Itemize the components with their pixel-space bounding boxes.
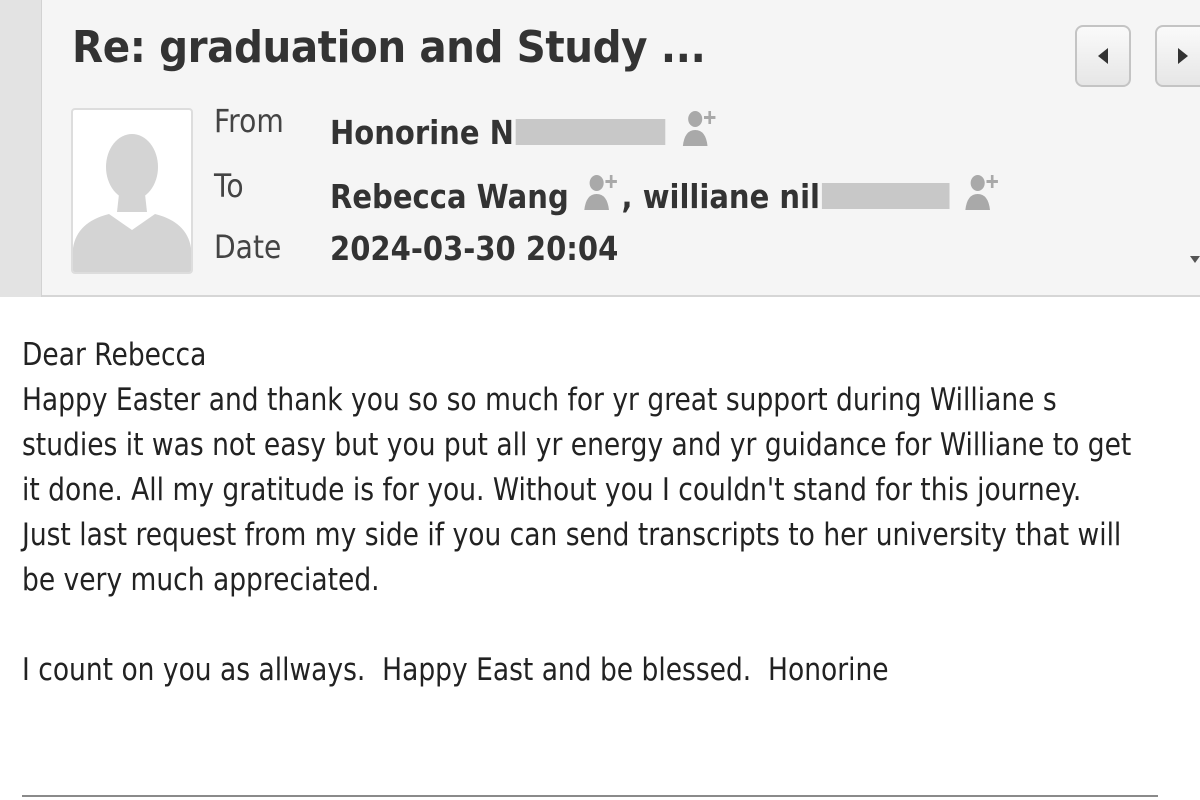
from-field: Honorine N [330, 106, 720, 158]
sender-name[interactable]: Honorine N [330, 113, 514, 152]
chevron-right-icon [1178, 48, 1188, 64]
from-label: From [214, 102, 284, 140]
to-label: To [214, 167, 244, 205]
chevron-left-icon [1098, 48, 1108, 64]
date-label: Date [214, 228, 282, 266]
next-message-button[interactable] [1155, 25, 1200, 87]
add-contact-icon[interactable] [681, 106, 720, 158]
add-contact-icon[interactable] [583, 170, 622, 222]
caret-down-icon[interactable] [1190, 256, 1200, 263]
recipient-name[interactable]: Rebecca Wang [330, 177, 569, 216]
message-body: Dear Rebecca Happy Easter and thank you … [22, 337, 1132, 688]
date-value: 2024-03-30 20:04 [330, 229, 619, 268]
email-viewer: Re: graduation and Study ... From Honori… [0, 0, 1200, 800]
redaction-box [821, 183, 950, 209]
previous-message-button[interactable] [1075, 25, 1131, 87]
add-contact-icon[interactable] [963, 170, 1002, 222]
to-field: Rebecca Wang , williane nil [330, 170, 1002, 222]
recipient-separator: , [621, 176, 643, 216]
default-avatar-icon [73, 134, 191, 272]
recipient-name[interactable]: williane nil [643, 177, 820, 216]
message-header: Re: graduation and Study ... From Honori… [42, 0, 1200, 297]
sender-avatar [71, 108, 193, 274]
redaction-box [515, 119, 666, 145]
left-panel-edge [0, 0, 42, 297]
message-subject: Re: graduation and Study ... [72, 22, 706, 73]
divider [22, 795, 1158, 797]
